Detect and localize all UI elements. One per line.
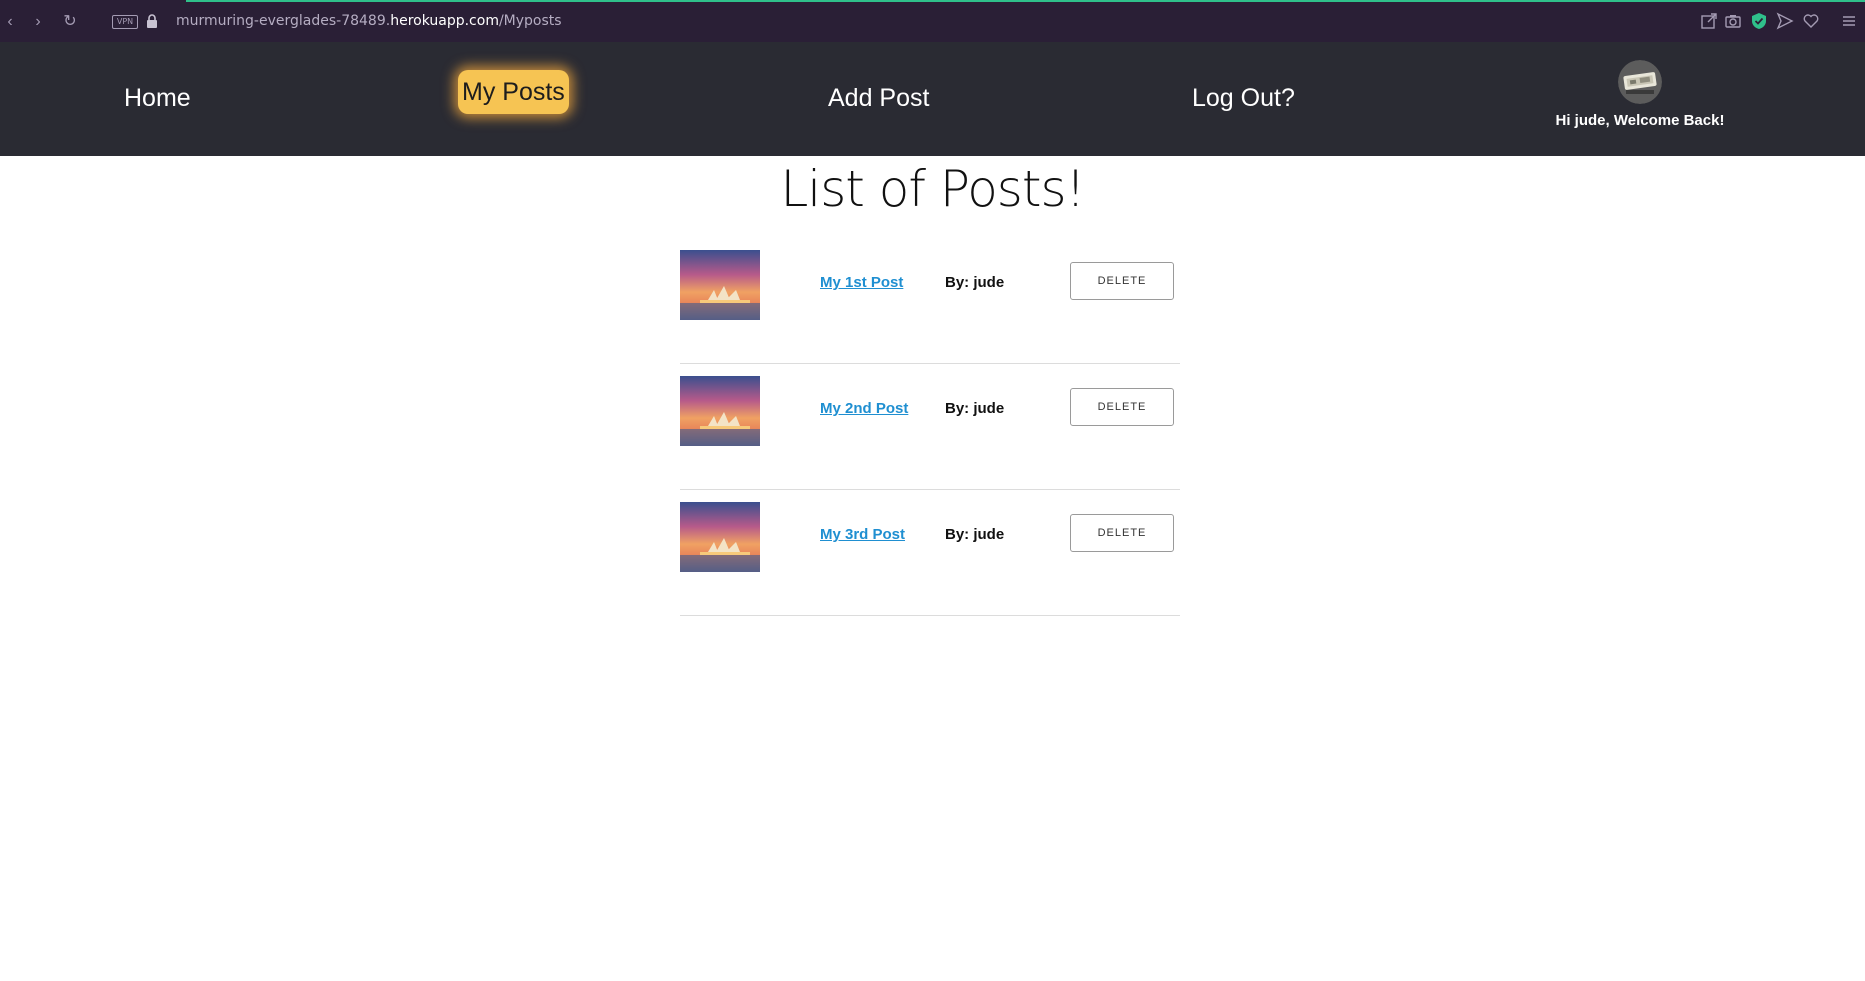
- nav-home-link[interactable]: Home: [124, 80, 191, 116]
- address-bar[interactable]: murmuring-everglades-78489.herokuapp.com…: [176, 13, 562, 29]
- delete-post-button[interactable]: DELETE: [1070, 514, 1174, 552]
- nav-log-out-link[interactable]: Log Out?: [1192, 80, 1295, 116]
- send-icon[interactable]: [1776, 12, 1794, 30]
- browser-toolbar: ‹ › ↻ VPN murmuring-everglades-78489.her…: [0, 0, 1865, 42]
- heart-icon[interactable]: [1802, 12, 1820, 30]
- shield-check-icon[interactable]: [1750, 12, 1768, 30]
- site-header: Home My Posts Add Post Log Out? Hi jude,…: [0, 42, 1865, 156]
- post-thumbnail[interactable]: [680, 376, 760, 446]
- camera-icon[interactable]: [1724, 12, 1742, 30]
- post-row: My 2nd Post By: jude DELETE: [680, 364, 1180, 490]
- avatar[interactable]: [1618, 60, 1662, 104]
- post-author: By: jude: [945, 400, 1005, 417]
- post-title-link[interactable]: My 3rd Post: [820, 526, 905, 543]
- post-author: By: jude: [945, 526, 1005, 543]
- user-panel: Hi jude, Welcome Back!: [1540, 60, 1740, 129]
- post-row: My 3rd Post By: jude DELETE: [680, 490, 1180, 616]
- nav-my-posts-link[interactable]: My Posts: [458, 70, 569, 114]
- url-host: herokuapp.com: [390, 13, 499, 29]
- post-row: My 1st Post By: jude DELETE: [680, 238, 1180, 364]
- vpn-badge[interactable]: VPN: [112, 15, 138, 29]
- url-path: /Myposts: [498, 13, 562, 29]
- post-thumbnail[interactable]: [680, 250, 760, 320]
- share-icon[interactable]: [1700, 12, 1718, 30]
- post-author: By: jude: [945, 274, 1005, 291]
- post-thumbnail[interactable]: [680, 502, 760, 572]
- back-icon[interactable]: ‹: [0, 12, 20, 32]
- reload-icon[interactable]: ↻: [60, 12, 80, 32]
- lock-icon: [147, 14, 157, 28]
- forward-icon[interactable]: ›: [28, 12, 48, 32]
- nav-add-post-link[interactable]: Add Post: [828, 80, 929, 116]
- page-title: List of Posts!: [780, 160, 1085, 218]
- menu-icon[interactable]: [1840, 12, 1858, 30]
- url-prefix: murmuring-everglades-78489.: [176, 13, 391, 29]
- welcome-message: Hi jude, Welcome Back!: [1555, 112, 1725, 129]
- post-title-link[interactable]: My 2nd Post: [820, 400, 908, 417]
- delete-post-button[interactable]: DELETE: [1070, 262, 1174, 300]
- page-load-progress: [186, 0, 1865, 2]
- delete-post-button[interactable]: DELETE: [1070, 388, 1174, 426]
- post-title-link[interactable]: My 1st Post: [820, 274, 903, 291]
